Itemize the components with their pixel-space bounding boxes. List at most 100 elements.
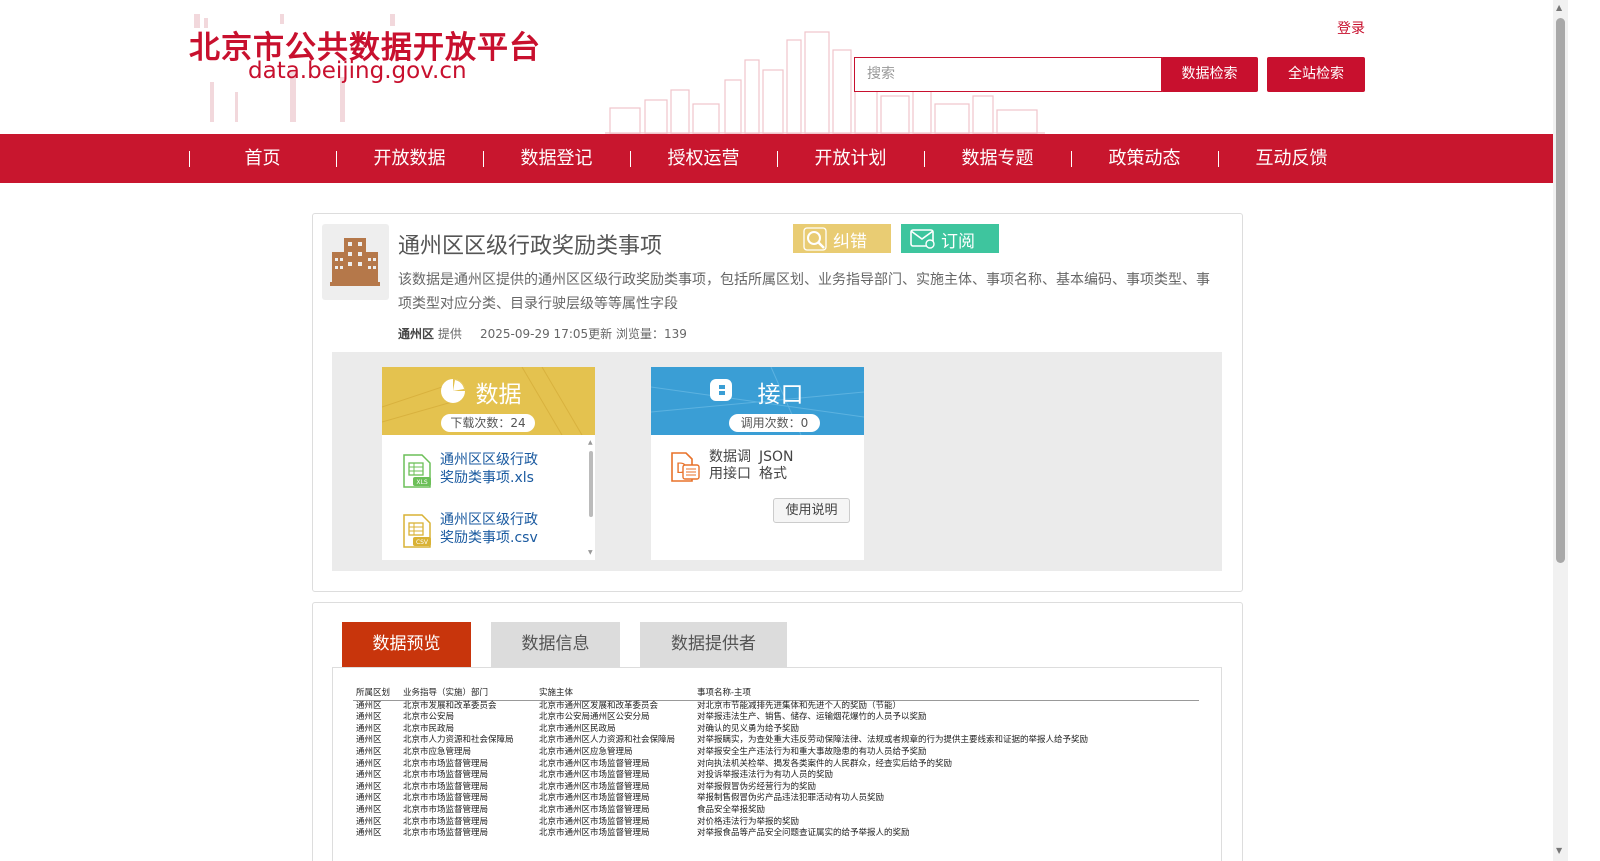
file-item-csv[interactable]: CSV 通州区区级行政奖励类事项.csv	[402, 511, 572, 561]
nav-item-data-topics[interactable]: 数据专题	[924, 134, 1071, 183]
table-cell: 对举报违法生产、销售、储存、运输烟花爆竹的人员予以奖励	[697, 712, 927, 723]
table-cell: 北京市通州区市场监督管理局	[539, 804, 650, 815]
table-cell: 北京市通州区市场监督管理局	[539, 793, 650, 804]
table-cell: 通州区	[356, 828, 382, 839]
table-cell: 北京市通州区市场监督管理局	[539, 781, 650, 792]
table-row: 通州区 北京市公安局 北京市公安局通州区公安分局 对举报违法生产、销售、储存、运输烟花…	[353, 712, 1199, 724]
usage-instructions-button[interactable]: 使用说明	[773, 498, 850, 523]
table-cell: 对举报瞒实，为查处重大违反劳动保障法律、法规或者规章的行为提供主要线索和证据的举…	[697, 735, 1089, 746]
file-list-scrollbar[interactable]: ▲ ▼	[587, 439, 595, 556]
file-name-csv[interactable]: 通州区区级行政奖励类事项.csv	[440, 511, 550, 547]
table-row: 通州区 北京市市场监督管理局 北京市通州区市场监督管理局 食品安全举报奖励	[353, 805, 1199, 817]
svg-text:CSV: CSV	[416, 539, 429, 546]
file-item-xls[interactable]: XLS 通州区区级行政奖励类事项.xls	[402, 451, 572, 501]
page-scroll-thumb[interactable]	[1556, 18, 1565, 563]
table-cell: 北京市市场监督管理局	[403, 828, 489, 839]
table-cell: 通州区	[356, 793, 382, 804]
table-header-cell: 业务指导（实施）部门	[400, 688, 536, 701]
search-input[interactable]: 搜索	[854, 57, 1162, 92]
tab-data-info[interactable]: 数据信息	[491, 622, 620, 667]
table-row: 通州区 北京市市场监督管理局 北京市通州区市场监督管理局 举报制售假冒伪劣产品违法犯罪…	[353, 793, 1199, 805]
scroll-down-arrow-icon[interactable]: ▼	[588, 549, 593, 556]
view-count: 浏览量：139	[616, 327, 687, 341]
table-cell: 对举报食品等产品安全问题查证属实的给予举报人的奖励	[697, 828, 910, 839]
table-cell: 对价格违法行为举报的奖励	[697, 816, 800, 827]
file-list-scroll-thumb[interactable]	[589, 451, 593, 517]
api-format-line1: JSON	[759, 449, 794, 465]
download-count: 下载次数：24	[441, 414, 535, 432]
scroll-up-arrow-icon[interactable]: ▲	[1556, 3, 1562, 12]
login-link[interactable]: 登录	[1337, 18, 1365, 38]
table-cell: 北京市公安局通州区公安分局	[539, 712, 650, 723]
table-cell: 对确认的见义勇为给予奖励	[697, 723, 800, 734]
table-cell: 对举报安全生产违法行为和重大事故隐患的有功人员给予奖励	[697, 746, 927, 757]
site-search-button[interactable]: 全站检索	[1267, 57, 1365, 92]
table-cell: 北京市市场监督管理局	[403, 781, 489, 792]
data-panel-title: 数据	[475, 382, 522, 408]
nav-item-feedback[interactable]: 互动反馈	[1218, 134, 1365, 183]
table-cell: 北京市市场监督管理局	[403, 804, 489, 815]
table-cell: 对北京市节能减排先进集体和先进个人的奖励（节能）	[697, 700, 902, 711]
table-cell: 举报制售假冒伪劣产品违法犯罪活动有功人员奖励	[697, 793, 885, 804]
dataset-title: 通州区区级行政奖励类事项	[398, 234, 663, 259]
xls-file-icon: XLS	[403, 454, 431, 488]
table-cell: 北京市市场监督管理局	[403, 816, 489, 827]
table-row: 通州区 北京市市场监督管理局 北京市通州区市场监督管理局 对举报食品等产品安全问题查证…	[353, 828, 1199, 840]
report-error-label: 纠错	[833, 232, 867, 252]
mail-icon	[910, 229, 935, 249]
provider-name[interactable]: 通州区	[398, 327, 434, 341]
subscribe-button[interactable]: 订阅	[901, 224, 999, 253]
nav-item-data-registration[interactable]: 数据登记	[483, 134, 630, 183]
scroll-up-arrow-icon[interactable]: ▲	[588, 439, 593, 446]
table-cell: 北京市通州区市场监督管理局	[539, 828, 650, 839]
table-cell: 通州区	[356, 804, 382, 815]
building-icon	[322, 224, 389, 300]
nav-item-policy-news[interactable]: 政策动态	[1071, 134, 1218, 183]
preview-table: 所属区划 业务指导（实施）部门 实施主体 事项名称-主项 通州区 北京市发展和改革…	[353, 688, 1199, 840]
table-cell: 通州区	[356, 735, 382, 746]
tab-data-preview[interactable]: 数据预览	[342, 622, 471, 667]
api-name-line1[interactable]: 数据调	[709, 449, 751, 466]
main-nav: 首页 开放数据 数据登记 授权运营 开放计划 数据专题 政策动态 互动反馈	[0, 134, 1553, 183]
table-row: 通州区 北京市市场监督管理局 北京市通州区市场监督管理局 对价格违法行为举报的奖励	[353, 817, 1199, 829]
table-cell: 通州区	[356, 816, 382, 827]
data-preview-panel: 所属区划 业务指导（实施）部门 实施主体 事项名称-主项 通州区 北京市发展和改革…	[332, 667, 1222, 861]
report-error-button[interactable]: 纠错	[793, 224, 891, 253]
table-header-row: 所属区划 业务指导（实施）部门 实施主体 事项名称-主项	[353, 688, 1199, 701]
table-header-cell: 事项名称-主项	[694, 688, 1199, 701]
api-panel-title: 接口	[757, 382, 804, 408]
call-count: 调用次数：0	[729, 414, 820, 432]
nav-item-open-data[interactable]: 开放数据	[336, 134, 483, 183]
nav-item-home[interactable]: 首页	[189, 134, 336, 183]
table-cell: 对投诉举报违法行为有功人员的奖励	[697, 770, 834, 781]
provider-suffix: 提供	[437, 327, 462, 341]
table-cell: 北京市应急管理局	[403, 746, 472, 757]
site-logo-domain[interactable]: data.beijing.gov.cn	[248, 58, 467, 84]
page-scrollbar[interactable]: ▲ ▼	[1553, 0, 1568, 861]
table-header-cell: 所属区划	[353, 688, 400, 701]
table-cell: 对举报假冒伪劣经营行为的奖励	[697, 781, 817, 792]
table-cell: 通州区	[356, 770, 382, 781]
nav-item-authorized-operation[interactable]: 授权运营	[630, 134, 777, 183]
file-name-xls[interactable]: 通州区区级行政奖励类事项.xls	[440, 451, 550, 487]
scroll-down-arrow-icon[interactable]: ▼	[1556, 846, 1562, 855]
table-cell: 北京市市场监督管理局	[403, 793, 489, 804]
table-cell: 通州区	[356, 723, 382, 734]
api-format-line2: 格式	[759, 466, 787, 482]
tab-data-provider[interactable]: 数据提供者	[640, 622, 787, 667]
api-name-line2[interactable]: 用接口	[709, 466, 751, 483]
table-cell: 北京市通州区民政局	[539, 723, 616, 734]
svg-text:XLS: XLS	[416, 479, 427, 486]
data-search-button[interactable]: 数据检索	[1161, 57, 1258, 92]
updated-time: 2025-09-29 17:05更新	[480, 327, 613, 341]
nav-item-open-plan[interactable]: 开放计划	[777, 134, 924, 183]
site-header: 北京市公共数据开放平台 data.beijing.gov.cn 登录 搜索 数据…	[0, 0, 1553, 134]
api-panel-header: 接口 调用次数：0	[651, 367, 864, 435]
table-cell: 北京市发展和改革委员会	[403, 700, 497, 711]
data-panel-header: 数据 下载次数：24	[382, 367, 595, 435]
table-cell: 北京市通州区人力资源和社会保障局	[539, 735, 676, 746]
api-panel: 接口 调用次数：0 D 数据调 用接口 JSON 格式 使用说明	[651, 367, 864, 560]
magnifier-icon	[803, 227, 827, 251]
table-cell: 北京市民政局	[403, 723, 455, 734]
table-cell: 通州区	[356, 758, 382, 769]
